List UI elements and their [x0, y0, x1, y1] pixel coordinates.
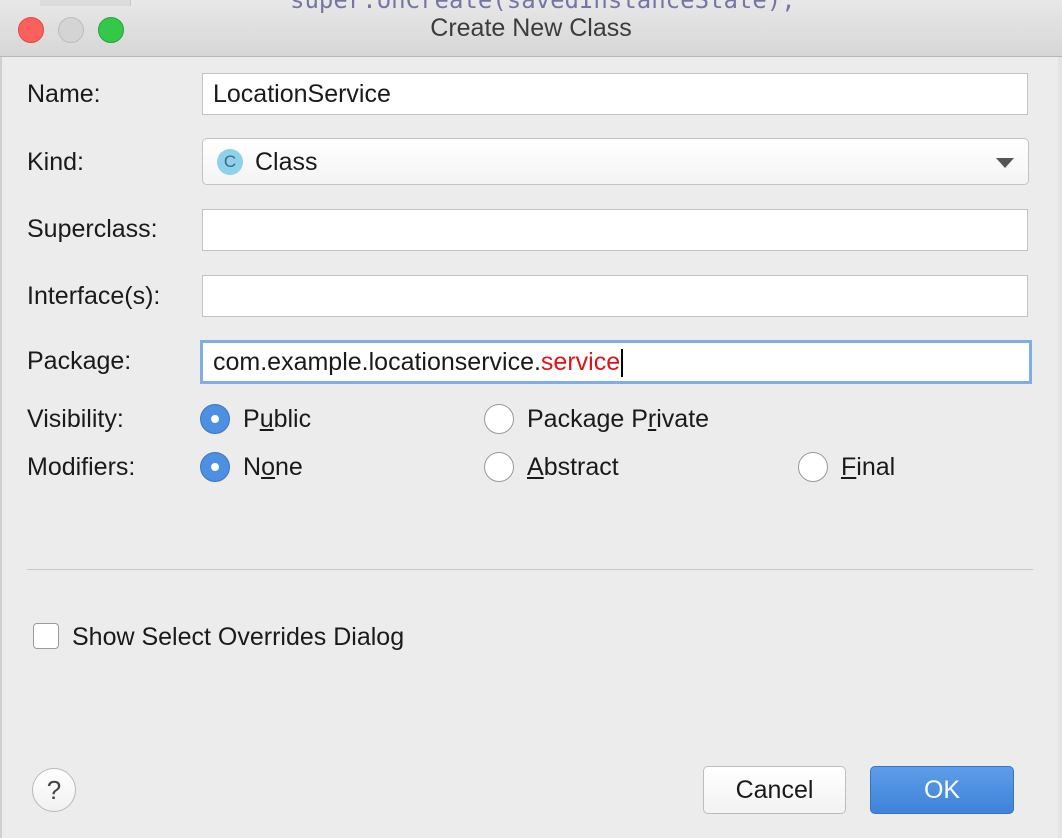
modifier-abstract-radio[interactable] — [484, 452, 514, 482]
section-divider — [27, 569, 1033, 570]
class-icon: C — [217, 149, 243, 175]
show-overrides-checkbox[interactable] — [33, 623, 59, 649]
interfaces-label: Interface(s): — [27, 282, 161, 310]
modifiers-label: Modifiers: — [27, 453, 136, 481]
kind-dropdown[interactable]: C Class — [202, 138, 1029, 185]
package-label: Package: — [27, 347, 132, 375]
package-input[interactable]: com.example.locationservice.service — [200, 340, 1032, 384]
modifier-abstract-label[interactable]: Abstract — [527, 453, 619, 482]
background-code-peek: super.onCreate(savedInstanceState); — [290, 0, 796, 14]
superclass-label: Superclass: — [27, 215, 158, 243]
interfaces-input[interactable] — [202, 275, 1028, 317]
window-left-edge — [0, 56, 2, 838]
show-overrides-label[interactable]: Show Select Overrides Dialog — [72, 623, 404, 652]
kind-selected-value: Class — [255, 148, 318, 176]
modifier-final-radio[interactable] — [798, 452, 828, 482]
visibility-public-radio[interactable] — [200, 404, 230, 434]
dialog-title: Create New Class — [430, 14, 632, 42]
visibility-package-private-label[interactable]: Package Private — [527, 405, 709, 434]
editor-gutter-peek — [40, 0, 131, 6]
package-value-prefix: com.example.locationservice. — [213, 348, 541, 376]
name-label: Name: — [27, 80, 101, 108]
cancel-button[interactable]: Cancel — [703, 766, 846, 814]
help-button[interactable]: ? — [32, 768, 76, 812]
superclass-input[interactable] — [202, 209, 1028, 251]
ok-button[interactable]: OK — [870, 766, 1014, 814]
chevron-down-icon — [996, 158, 1014, 168]
modifier-final-label[interactable]: Final — [841, 453, 895, 482]
modifier-none-label[interactable]: None — [243, 453, 303, 482]
text-cursor — [621, 349, 624, 378]
visibility-public-label[interactable]: Public — [243, 405, 311, 434]
visibility-label: Visibility: — [27, 405, 124, 433]
visibility-package-private-radio[interactable] — [484, 404, 514, 434]
kind-label: Kind: — [27, 148, 84, 176]
modifier-none-radio[interactable] — [200, 452, 230, 482]
package-value-highlight: service — [540, 348, 621, 376]
window-right-edge — [1058, 56, 1062, 838]
name-input[interactable]: LocationService — [202, 73, 1028, 115]
title-bar: super.onCreate(savedInstanceState); Crea… — [0, 0, 1062, 57]
